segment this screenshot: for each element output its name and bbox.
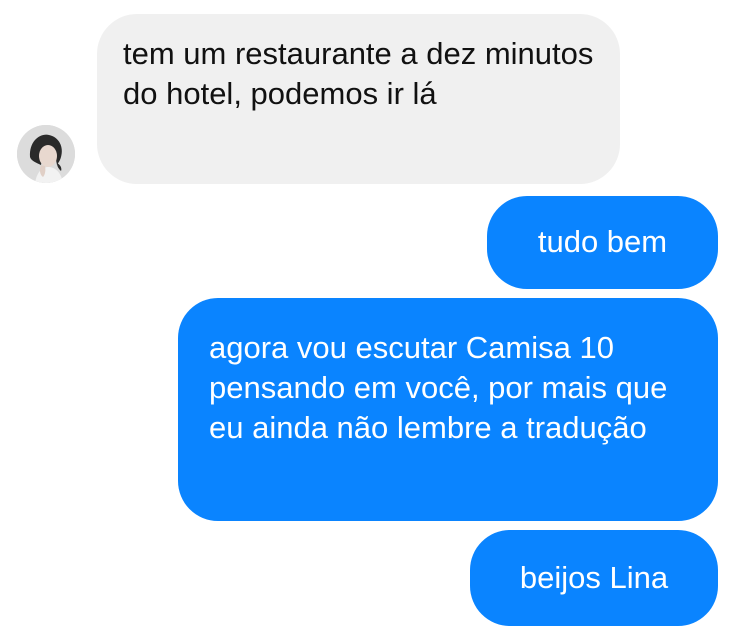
person-avatar-icon — [17, 125, 75, 183]
outgoing-message-bubble[interactable]: beijos Lina — [470, 530, 718, 626]
incoming-message-bubble[interactable]: tem um restaurante a dez minutos do hote… — [97, 14, 620, 184]
message-text: tudo bem — [537, 224, 668, 259]
message-text: agora vou escutar Camisa 10 pensando em … — [209, 330, 668, 445]
outgoing-message-bubble[interactable]: tudo bem — [487, 196, 718, 289]
message-text: beijos Lina — [519, 560, 669, 595]
outgoing-message-bubble[interactable]: agora vou escutar Camisa 10 pensando em … — [178, 298, 718, 521]
contact-avatar[interactable] — [17, 125, 75, 183]
message-text: tem um restaurante a dez minutos do hote… — [123, 36, 594, 111]
